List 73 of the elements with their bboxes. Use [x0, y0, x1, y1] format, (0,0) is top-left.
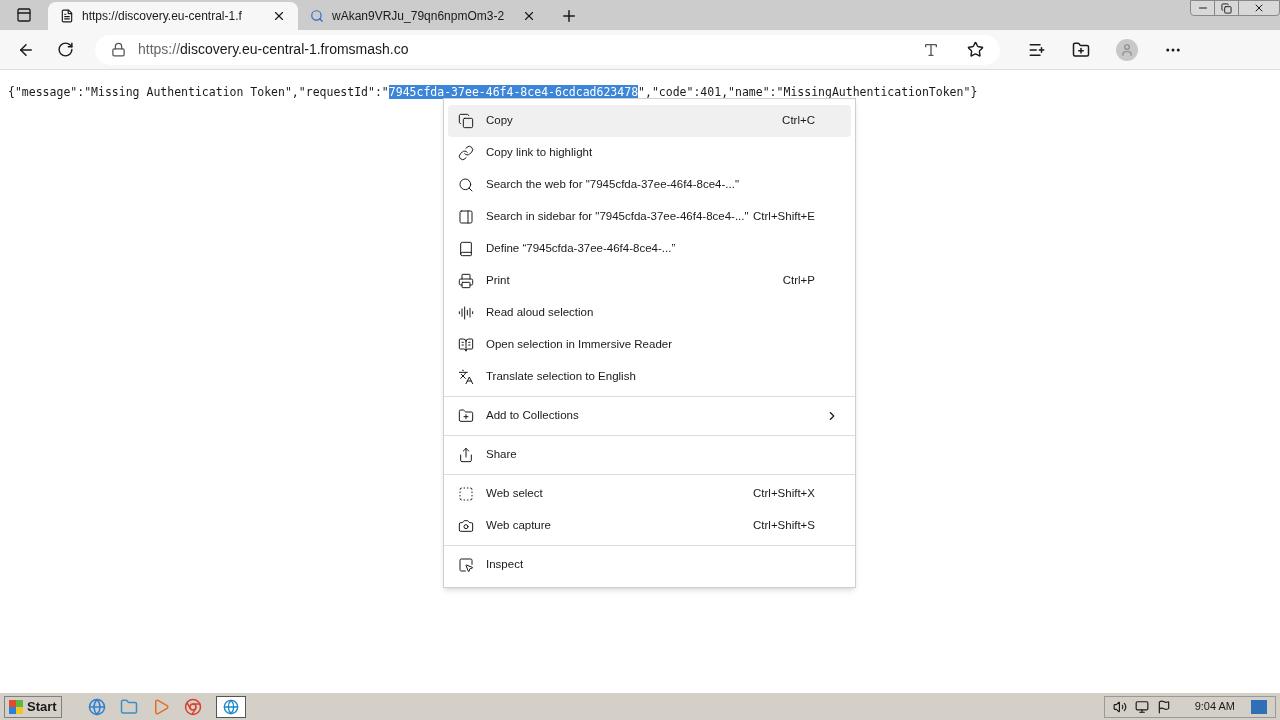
menu-item[interactable]: Copy Ctrl+C	[448, 105, 851, 137]
tab-title: https://discovery.eu-central-1.f	[82, 8, 243, 25]
menu-item-icon	[458, 447, 474, 463]
clock: 9:04 AM	[1194, 699, 1235, 715]
menu-item[interactable]: Inspect	[448, 549, 851, 581]
tab-actions-icon[interactable]	[16, 7, 32, 23]
close-icon[interactable]	[1253, 2, 1265, 14]
browser-tab[interactable]: https://discovery.eu-central-1.f	[48, 2, 298, 30]
start-button[interactable]: Start	[4, 695, 62, 718]
menu-item-label: Read aloud selection	[486, 305, 595, 321]
menu-item-icon	[458, 369, 474, 385]
shortcut-text: Ctrl+Shift+S	[753, 518, 815, 534]
volume-icon[interactable]	[1112, 699, 1127, 714]
menu-item-label: Copy link to highlight	[486, 145, 594, 161]
menu-item-label: Inspect	[486, 557, 525, 573]
menu-item-icon	[458, 113, 474, 129]
menu-item[interactable]: Web capture Ctrl+Shift+S	[448, 510, 851, 542]
menu-item-label: Add to Collections	[486, 408, 580, 424]
close-icon[interactable]	[522, 9, 536, 23]
menu-item[interactable]: Print Ctrl+P	[448, 265, 851, 297]
menu-item-icon	[458, 337, 474, 353]
menu-item-label: Open selection in Immersive Reader	[486, 337, 673, 353]
menu-item[interactable]: Share	[448, 439, 851, 471]
menu-item[interactable]: Add to Collections	[448, 400, 851, 432]
menu-item-label: Print	[486, 273, 511, 289]
menu-item-icon	[458, 177, 474, 193]
url-text: https://discovery.eu-central-1.fromsmash.co	[138, 40, 410, 59]
network-icon[interactable]	[1134, 699, 1149, 714]
menu-item-icon	[458, 486, 474, 502]
menu-item-label: Share	[486, 447, 518, 463]
shortcut-text: Ctrl+Shift+E	[753, 209, 815, 225]
menu-item[interactable]: Read aloud selection	[448, 297, 851, 329]
menu-item-icon	[458, 145, 474, 161]
favorite-add-icon[interactable]	[967, 41, 984, 58]
refresh-icon[interactable]	[57, 41, 74, 58]
menu-item-label: Search in sidebar for "7945cfda-37ee-46f4-8ce4-..."	[486, 209, 750, 225]
menu-item-icon	[458, 273, 474, 289]
lock-icon	[111, 42, 126, 57]
menu-item-icon	[458, 209, 474, 225]
menu-item[interactable]: Define “7945cfda-37ee-46f4-8ce4-...”	[448, 233, 851, 265]
menu-item-icon	[458, 518, 474, 534]
new-tab-icon[interactable]	[560, 7, 578, 25]
shortcut-text: Ctrl+Shift+X	[753, 486, 815, 502]
collections-icon[interactable]	[1072, 40, 1090, 59]
menu-item[interactable]: Translate selection to English	[448, 361, 851, 393]
menu-item-label: Translate selection to English	[486, 369, 637, 385]
shortcut-text: Ctrl+C	[782, 113, 815, 129]
menu-item-label: Web select	[486, 486, 544, 502]
menu-item-icon	[458, 305, 474, 321]
flag-icon[interactable]	[1156, 699, 1171, 714]
search-icon	[310, 9, 324, 23]
restore-icon[interactable]	[1221, 2, 1232, 14]
menu-item[interactable]: Search in sidebar for "7945cfda-37ee-46f4-8ce4-..." Ctrl+Shift+E	[448, 201, 851, 233]
menu-item-label: Search the web for "7945cfda-37ee-46f4-8ce4-..."	[486, 177, 740, 193]
menu-item[interactable]: Web select Ctrl+Shift+X	[448, 478, 851, 510]
json-text: {"message":"Missing Authentication Token","requestId":"7945cfda-37ee-46f4-8ce4-6cdcad623478","code":401,"name":"MissingAuthenticationToken"}	[7, 84, 979, 101]
chrome-icon[interactable]	[183, 697, 202, 716]
menu-item-icon	[458, 241, 474, 257]
address-field[interactable]: https://discovery.eu-central-1.fromsmash.co	[95, 34, 1000, 65]
menu-item[interactable]: Copy link to highlight	[448, 137, 851, 169]
shortcut-text: Ctrl+P	[782, 273, 815, 289]
menu-item-label: Copy	[486, 113, 514, 129]
page-icon	[60, 9, 74, 23]
menu-item-icon	[458, 408, 474, 424]
close-icon[interactable]	[272, 9, 286, 23]
menu-item-label: Define “7945cfda-37ee-46f4-8ce4-...”	[486, 241, 677, 257]
menu-item-label: Web capture	[486, 518, 552, 534]
edge-taskbar-button[interactable]	[215, 695, 246, 718]
tab-title: wAkan9VRJu_79qn6npmOm3-2	[332, 8, 506, 25]
menu-item[interactable]: Open selection in Immersive Reader	[448, 329, 851, 361]
menu-item-icon	[458, 557, 474, 573]
menu-item[interactable]: Search the web for "7945cfda-37ee-46f4-8ce4-..."	[448, 169, 851, 201]
profile-avatar[interactable]	[1116, 38, 1138, 61]
